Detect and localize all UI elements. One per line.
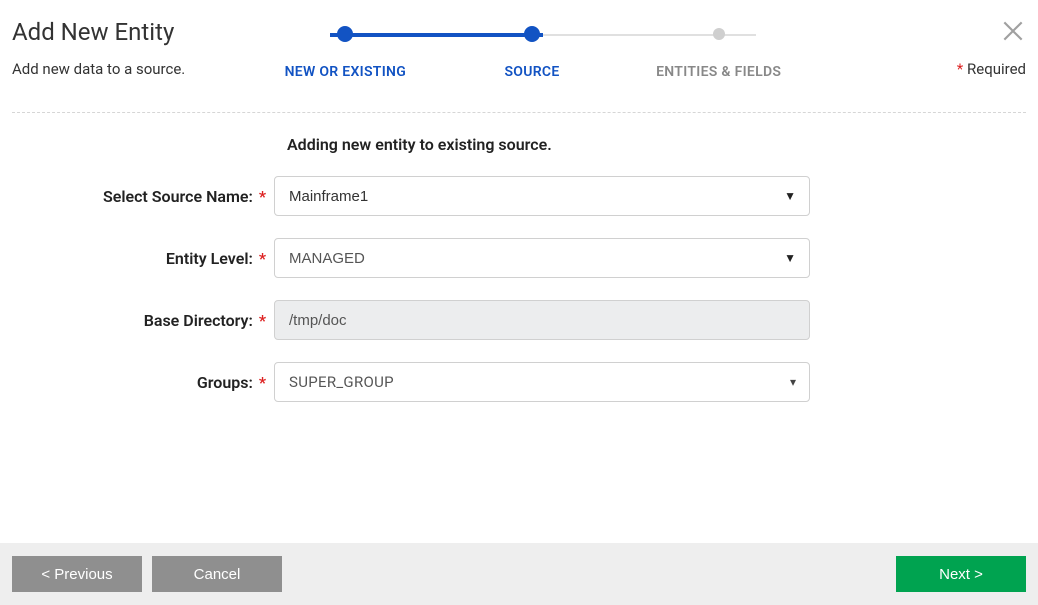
- row-base-directory: Base Directory: *: [12, 300, 1026, 340]
- page-subtitle: Add new data to a source.: [12, 60, 247, 78]
- label-text: Select Source Name:: [103, 187, 253, 206]
- select-source-name[interactable]: Mainframe1: [274, 176, 810, 216]
- page-title: Add New Entity: [12, 18, 247, 46]
- row-entity-level: Entity Level: * MANAGED ▼: [12, 238, 1026, 278]
- label-groups: Groups: *: [12, 373, 274, 392]
- close-icon[interactable]: [1000, 29, 1026, 48]
- step-label: ENTITIES & FIELDS: [625, 64, 812, 80]
- label-base-directory: Base Directory: *: [12, 311, 274, 330]
- modal-footer: < Previous Cancel Next >: [0, 543, 1038, 605]
- input-base-directory: [274, 300, 810, 340]
- row-groups: Groups: * SUPER_GROUP ▾: [12, 362, 1026, 402]
- step-label: NEW OR EXISTING: [252, 64, 439, 80]
- step-connector-1: [330, 33, 543, 37]
- label-text: Base Directory:: [144, 311, 253, 330]
- add-entity-modal: Add New Entity Add new data to a source.…: [0, 0, 1038, 605]
- combo-value: SUPER_GROUP: [289, 373, 394, 391]
- modal-header: Add New Entity Add new data to a source.…: [12, 18, 1026, 80]
- required-hint: * Required: [957, 60, 1026, 78]
- step-dot-icon: [524, 26, 540, 42]
- label-source-name: Select Source Name: *: [12, 187, 274, 206]
- step-dot-icon: [713, 28, 725, 40]
- divider: [12, 112, 1026, 113]
- cancel-button[interactable]: Cancel: [152, 556, 282, 592]
- label-text: Groups:: [197, 373, 253, 392]
- next-button[interactable]: Next >: [896, 556, 1026, 592]
- required-hint-label: Required: [967, 60, 1026, 78]
- row-source-name: Select Source Name: * Mainframe1 ▼: [12, 176, 1026, 216]
- label-entity-level: Entity Level: *: [12, 249, 274, 268]
- previous-button[interactable]: < Previous: [12, 556, 142, 592]
- wizard-steps: NEW OR EXISTING SOURCE ENTITIES & FIELDS: [252, 26, 812, 80]
- step-label: SOURCE: [439, 64, 626, 80]
- step-dot-icon: [337, 26, 353, 42]
- select-entity-level[interactable]: MANAGED: [274, 238, 810, 278]
- section-heading: Adding new entity to existing source.: [287, 135, 1026, 154]
- form-area: Adding new entity to existing source. Se…: [12, 135, 1026, 402]
- combo-groups[interactable]: SUPER_GROUP: [274, 362, 810, 402]
- label-text: Entity Level:: [166, 249, 253, 268]
